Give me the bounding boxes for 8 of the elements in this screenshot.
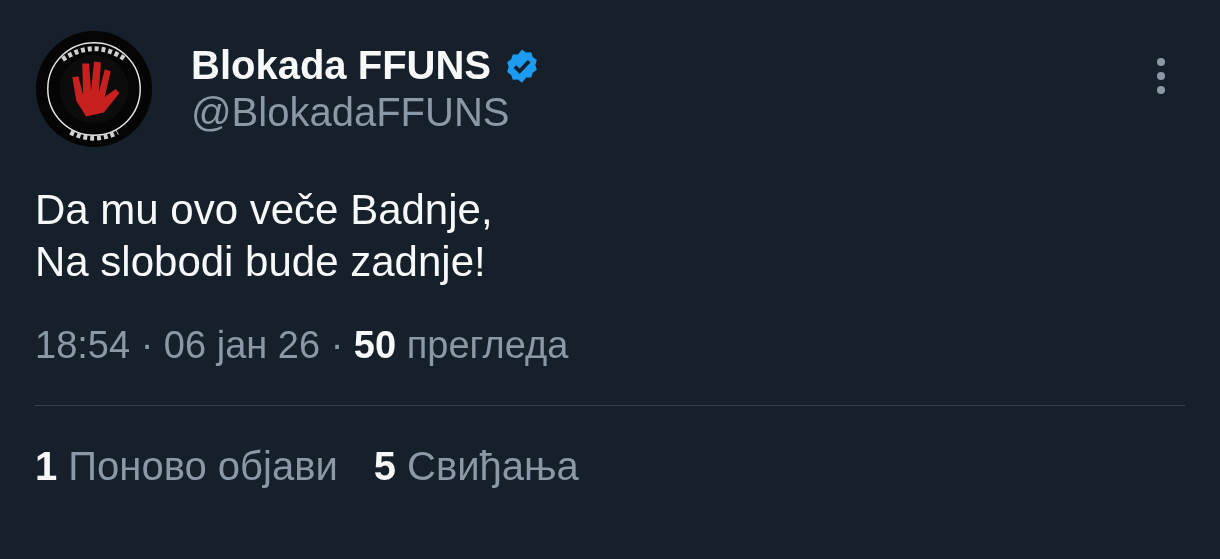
author-handle[interactable]: @BlokadaFFUNS [191, 90, 1117, 135]
post-meta: 18:54 · 06 јан 26 · 50 прегледа [35, 324, 570, 367]
more-options-icon[interactable] [1155, 56, 1167, 96]
post-text-line: Da mu ovo veče Badnje, [35, 185, 494, 235]
engagement-stat[interactable]: 1 Поново објави [35, 444, 338, 489]
author-name[interactable]: Blokada FFUNS [191, 43, 492, 88]
post-text-line: Na slobodi bude zadnje! [35, 237, 487, 287]
engagement-stat[interactable]: 5 Свиђања [373, 444, 579, 489]
